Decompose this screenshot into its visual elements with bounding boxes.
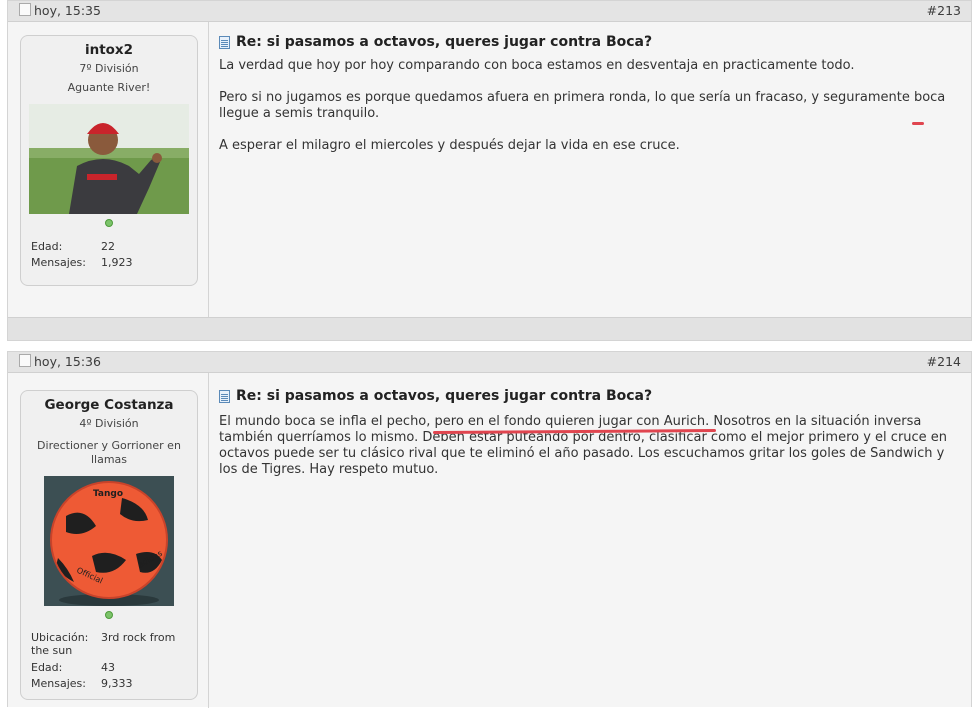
user-avatar[interactable]: Tango Official adidas <box>44 476 174 606</box>
post-footer-bar <box>8 317 971 340</box>
post-title: Re: si pasamos a octavos, queres jugar c… <box>219 34 961 50</box>
username-link[interactable]: intox2 <box>21 42 197 58</box>
user-stat-age: Edad: 22 <box>31 240 115 253</box>
user-rank: 7º División <box>79 62 139 75</box>
message-paragraph: A esperar el milagro el miercoles y desp… <box>219 138 680 153</box>
post-number-link[interactable]: #213 <box>927 3 961 18</box>
user-avatar[interactable] <box>29 104 189 214</box>
svg-text:Tango: Tango <box>93 489 123 499</box>
post-number-link[interactable]: #214 <box>927 354 961 369</box>
message-paragraph: El mundo boca se infla el pecho, pero en… <box>219 414 948 477</box>
post-header: hoy, 15:35 #213 <box>8 1 971 22</box>
user-stat-posts: Mensajes: 9,333 <box>31 677 133 690</box>
post-message: La verdad que hoy por hoy comparando con… <box>219 58 961 154</box>
post-message: El mundo boca se infla el pecho, pero en… <box>219 414 961 478</box>
post-header: hoy, 15:36 #214 <box>8 352 971 373</box>
column-divider <box>208 373 209 708</box>
checkbox-icon[interactable] <box>19 354 31 367</box>
online-status-icon <box>105 219 113 227</box>
username-link[interactable]: George Costanza <box>21 397 197 413</box>
user-stat-posts: Mensajes: 1,923 <box>31 256 133 269</box>
user-info-box: intox2 7º División Aguante River! Edad: … <box>20 35 198 286</box>
post-date: hoy, 15:36 <box>19 354 101 369</box>
highlighted-text: pero en el fondo quieren jugar con Auric… <box>434 414 706 429</box>
message-paragraph: Pero si no jugamos es porque quedamos af… <box>219 90 946 121</box>
user-title: Directioner y Gorrioner en llamas <box>37 439 181 466</box>
user-rank: 4º División <box>79 417 139 430</box>
user-stat-age: Edad: 43 <box>31 661 115 674</box>
user-title: Aguante River! <box>67 81 151 94</box>
post-title: Re: si pasamos a octavos, queres jugar c… <box>219 388 961 404</box>
document-icon <box>219 389 230 403</box>
user-stats: Edad: 22 Mensajes: 1,923 <box>21 239 197 271</box>
document-icon <box>219 35 230 49</box>
post-content: Re: si pasamos a octavos, queres jugar c… <box>219 34 961 170</box>
checkbox-icon[interactable] <box>19 3 31 16</box>
post-214: hoy, 15:36 #214 George Costanza 4º Divis… <box>7 351 972 708</box>
post-213: hoy, 15:35 #213 intox2 7º División Aguan… <box>7 0 972 341</box>
post-content: Re: si pasamos a octavos, queres jugar c… <box>219 388 961 494</box>
user-info-box: George Costanza 4º División Directioner … <box>20 390 198 700</box>
user-stats: Ubicación: 3rd rock from the sun Edad: 43… <box>21 631 197 692</box>
online-status-icon <box>105 611 113 619</box>
user-stat-location: Ubicación: 3rd rock from the sun <box>31 631 176 657</box>
column-divider <box>208 22 209 318</box>
message-paragraph: La verdad que hoy por hoy comparando con… <box>219 58 855 73</box>
post-date: hoy, 15:35 <box>19 3 101 18</box>
